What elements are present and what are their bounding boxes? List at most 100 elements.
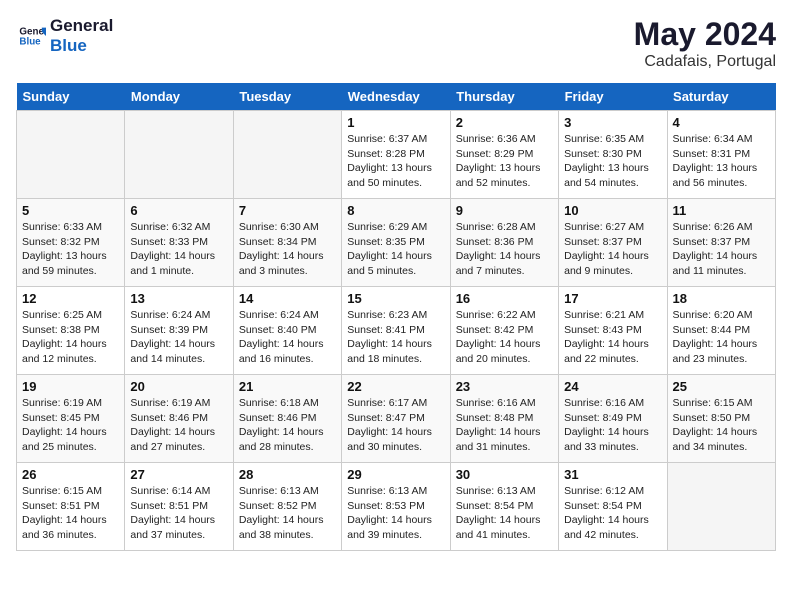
calendar-cell: 19 Sunrise: 6:19 AM Sunset: 8:45 PM Dayl… <box>17 375 125 463</box>
calendar-cell: 14 Sunrise: 6:24 AM Sunset: 8:40 PM Dayl… <box>233 287 341 375</box>
calendar-cell <box>667 463 775 551</box>
calendar-cell: 13 Sunrise: 6:24 AM Sunset: 8:39 PM Dayl… <box>125 287 233 375</box>
day-info: Sunrise: 6:18 AM Sunset: 8:46 PM Dayligh… <box>239 396 336 455</box>
day-info: Sunrise: 6:33 AM Sunset: 8:32 PM Dayligh… <box>22 220 119 279</box>
calendar-cell: 7 Sunrise: 6:30 AM Sunset: 8:34 PM Dayli… <box>233 199 341 287</box>
calendar-cell: 17 Sunrise: 6:21 AM Sunset: 8:43 PM Dayl… <box>559 287 667 375</box>
weekday-header: Tuesday <box>233 83 341 111</box>
calendar-cell: 22 Sunrise: 6:17 AM Sunset: 8:47 PM Dayl… <box>342 375 450 463</box>
calendar-cell: 21 Sunrise: 6:18 AM Sunset: 8:46 PM Dayl… <box>233 375 341 463</box>
calendar-cell: 24 Sunrise: 6:16 AM Sunset: 8:49 PM Dayl… <box>559 375 667 463</box>
calendar-cell: 1 Sunrise: 6:37 AM Sunset: 8:28 PM Dayli… <box>342 111 450 199</box>
day-number: 29 <box>347 467 444 482</box>
calendar-cell: 3 Sunrise: 6:35 AM Sunset: 8:30 PM Dayli… <box>559 111 667 199</box>
day-info: Sunrise: 6:24 AM Sunset: 8:39 PM Dayligh… <box>130 308 227 367</box>
day-info: Sunrise: 6:26 AM Sunset: 8:37 PM Dayligh… <box>673 220 770 279</box>
logo-line1: General <box>50 16 113 36</box>
calendar-header-row: SundayMondayTuesdayWednesdayThursdayFrid… <box>17 83 776 111</box>
weekday-header: Friday <box>559 83 667 111</box>
day-info: Sunrise: 6:20 AM Sunset: 8:44 PM Dayligh… <box>673 308 770 367</box>
calendar-week-row: 19 Sunrise: 6:19 AM Sunset: 8:45 PM Dayl… <box>17 375 776 463</box>
day-number: 19 <box>22 379 119 394</box>
day-info: Sunrise: 6:24 AM Sunset: 8:40 PM Dayligh… <box>239 308 336 367</box>
day-number: 10 <box>564 203 661 218</box>
day-number: 12 <box>22 291 119 306</box>
day-number: 4 <box>673 115 770 130</box>
day-info: Sunrise: 6:12 AM Sunset: 8:54 PM Dayligh… <box>564 484 661 543</box>
weekday-header: Monday <box>125 83 233 111</box>
svg-text:Blue: Blue <box>19 37 41 48</box>
day-info: Sunrise: 6:16 AM Sunset: 8:49 PM Dayligh… <box>564 396 661 455</box>
weekday-header: Sunday <box>17 83 125 111</box>
day-number: 11 <box>673 203 770 218</box>
day-info: Sunrise: 6:13 AM Sunset: 8:54 PM Dayligh… <box>456 484 553 543</box>
day-number: 3 <box>564 115 661 130</box>
calendar-body: 1 Sunrise: 6:37 AM Sunset: 8:28 PM Dayli… <box>17 111 776 551</box>
day-number: 16 <box>456 291 553 306</box>
calendar-week-row: 1 Sunrise: 6:37 AM Sunset: 8:28 PM Dayli… <box>17 111 776 199</box>
calendar-cell: 28 Sunrise: 6:13 AM Sunset: 8:52 PM Dayl… <box>233 463 341 551</box>
calendar-cell: 12 Sunrise: 6:25 AM Sunset: 8:38 PM Dayl… <box>17 287 125 375</box>
day-info: Sunrise: 6:13 AM Sunset: 8:52 PM Dayligh… <box>239 484 336 543</box>
calendar-cell: 16 Sunrise: 6:22 AM Sunset: 8:42 PM Dayl… <box>450 287 558 375</box>
calendar-week-row: 5 Sunrise: 6:33 AM Sunset: 8:32 PM Dayli… <box>17 199 776 287</box>
day-number: 6 <box>130 203 227 218</box>
calendar-cell: 25 Sunrise: 6:15 AM Sunset: 8:50 PM Dayl… <box>667 375 775 463</box>
day-number: 8 <box>347 203 444 218</box>
day-info: Sunrise: 6:28 AM Sunset: 8:36 PM Dayligh… <box>456 220 553 279</box>
day-info: Sunrise: 6:30 AM Sunset: 8:34 PM Dayligh… <box>239 220 336 279</box>
calendar-cell: 30 Sunrise: 6:13 AM Sunset: 8:54 PM Dayl… <box>450 463 558 551</box>
location: Cadafais, Portugal <box>634 53 776 71</box>
day-number: 28 <box>239 467 336 482</box>
month-title: May 2024 <box>634 16 776 53</box>
calendar-cell: 6 Sunrise: 6:32 AM Sunset: 8:33 PM Dayli… <box>125 199 233 287</box>
day-number: 27 <box>130 467 227 482</box>
day-info: Sunrise: 6:13 AM Sunset: 8:53 PM Dayligh… <box>347 484 444 543</box>
calendar-cell: 18 Sunrise: 6:20 AM Sunset: 8:44 PM Dayl… <box>667 287 775 375</box>
day-number: 31 <box>564 467 661 482</box>
calendar-week-row: 26 Sunrise: 6:15 AM Sunset: 8:51 PM Dayl… <box>17 463 776 551</box>
calendar-table: SundayMondayTuesdayWednesdayThursdayFrid… <box>16 83 776 551</box>
calendar-cell: 8 Sunrise: 6:29 AM Sunset: 8:35 PM Dayli… <box>342 199 450 287</box>
logo-icon: General Blue <box>18 22 46 50</box>
page-header: General Blue General Blue May 2024 Cadaf… <box>16 16 776 71</box>
calendar-cell: 4 Sunrise: 6:34 AM Sunset: 8:31 PM Dayli… <box>667 111 775 199</box>
day-number: 9 <box>456 203 553 218</box>
title-section: May 2024 Cadafais, Portugal <box>634 16 776 71</box>
calendar-cell: 29 Sunrise: 6:13 AM Sunset: 8:53 PM Dayl… <box>342 463 450 551</box>
day-number: 24 <box>564 379 661 394</box>
calendar-week-row: 12 Sunrise: 6:25 AM Sunset: 8:38 PM Dayl… <box>17 287 776 375</box>
calendar-cell: 10 Sunrise: 6:27 AM Sunset: 8:37 PM Dayl… <box>559 199 667 287</box>
day-number: 13 <box>130 291 227 306</box>
day-info: Sunrise: 6:36 AM Sunset: 8:29 PM Dayligh… <box>456 132 553 191</box>
calendar-cell: 2 Sunrise: 6:36 AM Sunset: 8:29 PM Dayli… <box>450 111 558 199</box>
day-info: Sunrise: 6:35 AM Sunset: 8:30 PM Dayligh… <box>564 132 661 191</box>
day-info: Sunrise: 6:15 AM Sunset: 8:51 PM Dayligh… <box>22 484 119 543</box>
day-number: 2 <box>456 115 553 130</box>
calendar-cell: 11 Sunrise: 6:26 AM Sunset: 8:37 PM Dayl… <box>667 199 775 287</box>
calendar-cell: 20 Sunrise: 6:19 AM Sunset: 8:46 PM Dayl… <box>125 375 233 463</box>
calendar-cell: 5 Sunrise: 6:33 AM Sunset: 8:32 PM Dayli… <box>17 199 125 287</box>
day-number: 23 <box>456 379 553 394</box>
calendar-cell: 26 Sunrise: 6:15 AM Sunset: 8:51 PM Dayl… <box>17 463 125 551</box>
calendar-cell <box>17 111 125 199</box>
day-number: 5 <box>22 203 119 218</box>
day-number: 7 <box>239 203 336 218</box>
day-info: Sunrise: 6:21 AM Sunset: 8:43 PM Dayligh… <box>564 308 661 367</box>
day-info: Sunrise: 6:37 AM Sunset: 8:28 PM Dayligh… <box>347 132 444 191</box>
calendar-cell: 15 Sunrise: 6:23 AM Sunset: 8:41 PM Dayl… <box>342 287 450 375</box>
day-info: Sunrise: 6:16 AM Sunset: 8:48 PM Dayligh… <box>456 396 553 455</box>
day-number: 21 <box>239 379 336 394</box>
weekday-header: Wednesday <box>342 83 450 111</box>
day-number: 30 <box>456 467 553 482</box>
day-number: 20 <box>130 379 227 394</box>
day-number: 25 <box>673 379 770 394</box>
day-number: 14 <box>239 291 336 306</box>
day-info: Sunrise: 6:29 AM Sunset: 8:35 PM Dayligh… <box>347 220 444 279</box>
weekday-header: Thursday <box>450 83 558 111</box>
day-info: Sunrise: 6:19 AM Sunset: 8:46 PM Dayligh… <box>130 396 227 455</box>
day-info: Sunrise: 6:14 AM Sunset: 8:51 PM Dayligh… <box>130 484 227 543</box>
day-info: Sunrise: 6:15 AM Sunset: 8:50 PM Dayligh… <box>673 396 770 455</box>
day-number: 1 <box>347 115 444 130</box>
calendar-cell <box>125 111 233 199</box>
